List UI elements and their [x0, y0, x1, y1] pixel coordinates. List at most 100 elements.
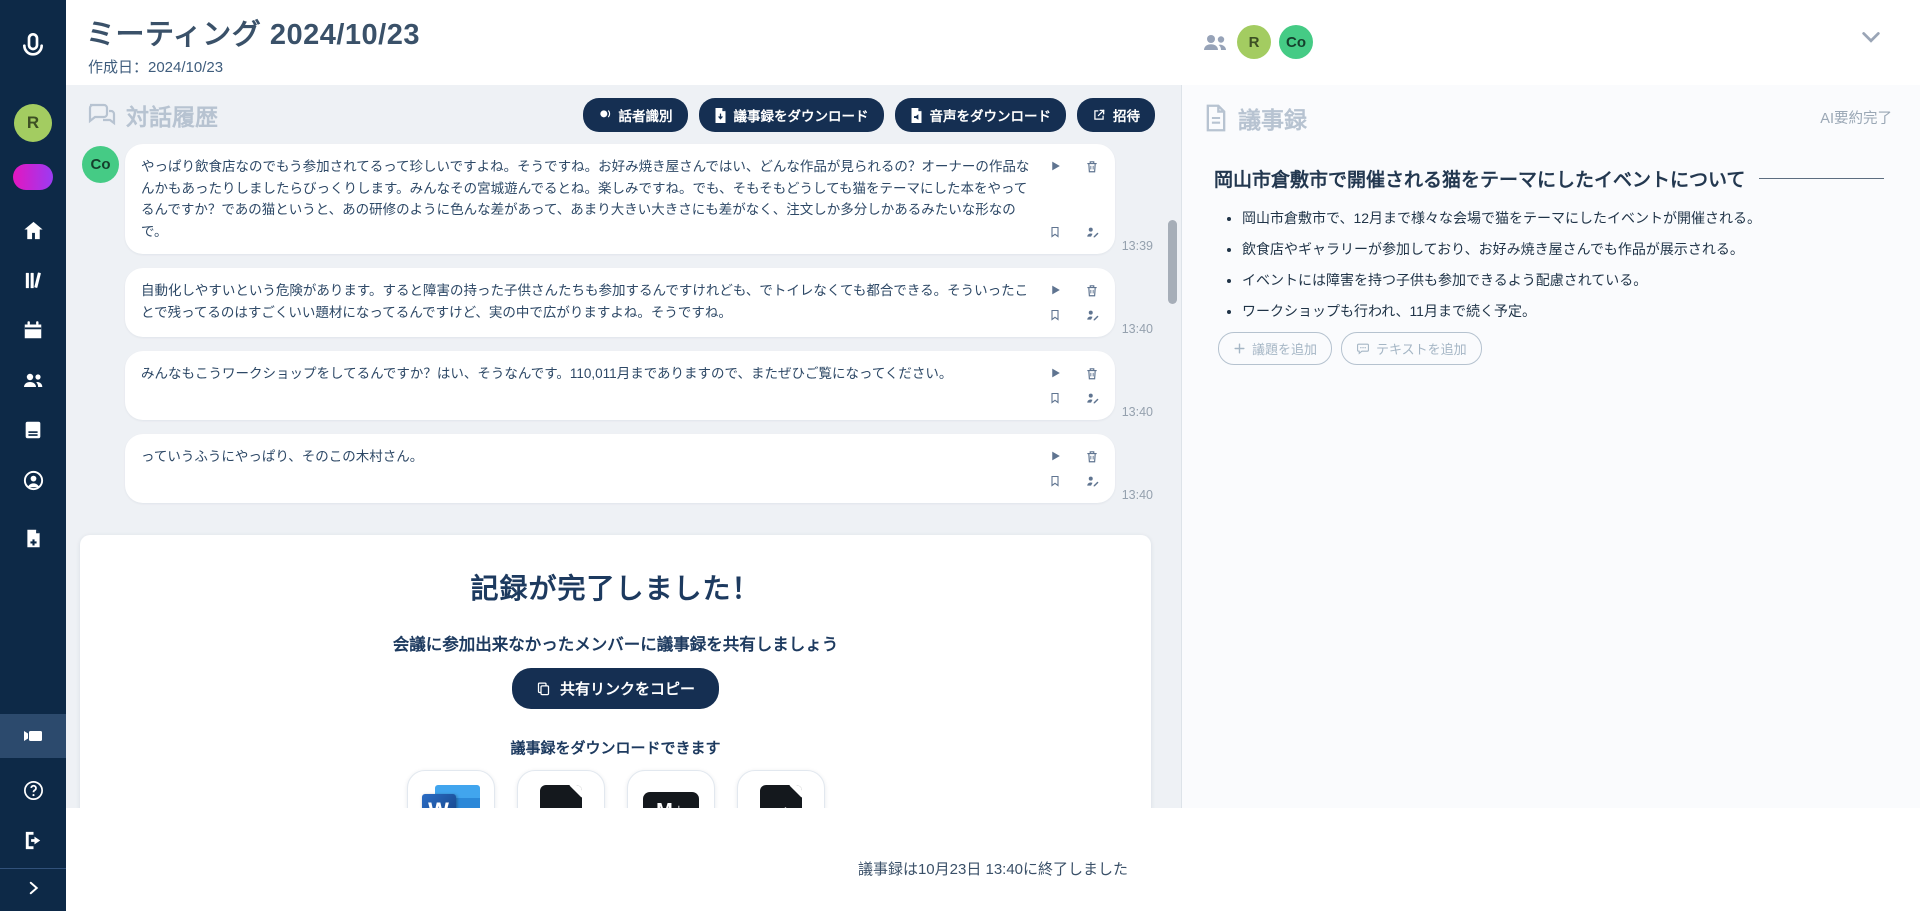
summary-bullets: 岡山市倉敷市で、12月まで様々な会場で猫をテーマにしたイベントが開催される。 飲… — [1242, 208, 1894, 321]
message-time: 13:39 — [1122, 239, 1153, 253]
message-bubble[interactable]: 自動化しやすいという危険があります。すると障害の持った子供さんたちも参加するんで… — [125, 268, 1115, 337]
summary-bullet: イベントには障害を持つ子供も参加できるよう配慮されている。 — [1242, 270, 1894, 290]
participants-icon[interactable] — [1201, 30, 1229, 54]
message-time: 13:40 — [1122, 405, 1153, 419]
add-topic-button[interactable]: 議題を追加 — [1218, 332, 1332, 365]
sidebar-item-recording[interactable] — [0, 714, 66, 758]
download-markdown-tile[interactable]: M↓ ダウンロード — [627, 770, 715, 808]
message-bubble[interactable]: やっぱり飲食店なのでもう参加されてるって珍しいですよね。そうですね。お好み焼き屋… — [125, 144, 1115, 254]
message-list: Co やっぱり飲食店なのでもう参加されてるって珍しいですよね。そうですね。お好み… — [66, 142, 1181, 517]
page-title: ミーティング 2024/10/23 — [86, 11, 420, 53]
conversation-title: 対話履歴 — [86, 98, 218, 132]
summary-bullet: 飲食店やギャラリーが参加しており、お好み焼き屋さんでも作品が展示される。 — [1242, 239, 1894, 259]
ai-summary-status: AI要約完了 — [1820, 107, 1892, 128]
collaborators: R Co — [1201, 25, 1313, 59]
message-time: 13:40 — [1122, 488, 1153, 502]
minutes-title: 議事録 — [1204, 101, 1894, 135]
content-row: 対話履歴 話者識別 議事録をダウンロード 音声をダウンロード — [66, 85, 1920, 808]
bookmark-icon[interactable] — [1049, 391, 1061, 405]
play-icon[interactable] — [1049, 283, 1062, 298]
calendar-icon[interactable] — [13, 312, 53, 348]
home-icon[interactable] — [13, 212, 53, 248]
bookmark-icon[interactable] — [1049, 308, 1061, 322]
delete-icon[interactable] — [1085, 366, 1099, 381]
avatar-co[interactable]: Co — [1279, 25, 1313, 59]
chevron-down-icon[interactable] — [1860, 30, 1882, 46]
message-bubble[interactable]: みんなもこうワークショップをしてるんですか？はい、そうなんです。110,011月… — [125, 351, 1115, 420]
message-row: みんなもこうワークショップをしてるんですか？はい、そうなんです。110,011月… — [125, 351, 1153, 420]
download-word-tile[interactable]: W ダウンロード — [407, 770, 495, 808]
topic-title[interactable]: 岡山市倉敷市で開催される猫をテーマにしたイベントについて — [1214, 165, 1745, 192]
minutes-panel: 議事録 AI要約完了 岡山市倉敷市で開催される猫をテーマにしたイベントについて … — [1181, 85, 1920, 808]
created-date: 作成日：2024/10/23 — [88, 56, 223, 77]
audio-file-icon — [760, 783, 802, 808]
notebook-icon[interactable] — [13, 412, 53, 448]
logout-icon[interactable] — [13, 822, 53, 858]
download-csv-tile[interactable]: CSV ダウンロード — [517, 770, 605, 808]
page-footer: 議事録は10月23日 13:40に終了しました — [66, 808, 1920, 911]
download-tiles: W ダウンロード CSV — [100, 770, 1131, 808]
message-bubble[interactable]: っていうふうにやっぱり、そのこの木村さん。 — [125, 434, 1115, 503]
message-actions — [1045, 280, 1103, 325]
conversation-panel-header: 対話履歴 話者識別 議事録をダウンロード 音声をダウンロード — [66, 85, 1181, 142]
message-text: みんなもこうワークショップをしてるんですか？はい、そうなんです。110,011月… — [141, 363, 1037, 408]
delete-icon[interactable] — [1085, 449, 1099, 464]
delete-icon[interactable] — [1085, 283, 1099, 298]
minutes-topic: 岡山市倉敷市で開催される猫をテーマにしたイベントについて 岡山市倉敷市で、12月… — [1204, 165, 1894, 365]
invite-button[interactable]: 招待 — [1077, 98, 1155, 132]
word-file-icon: W — [422, 783, 480, 808]
avatar-r[interactable]: R — [1237, 25, 1271, 59]
bookmark-icon[interactable] — [1049, 225, 1061, 239]
play-icon[interactable] — [1049, 366, 1062, 381]
speaker-identify-button[interactable]: 話者識別 — [583, 98, 688, 132]
csv-file-icon: CSV — [540, 783, 582, 808]
complete-title: 記録が完了しました！ — [100, 567, 1131, 607]
help-icon[interactable] — [13, 772, 53, 808]
share-hint: 会議に参加出来なかったメンバーに議事録を共有しましょう — [100, 631, 1131, 655]
download-audio-button[interactable]: 音声をダウンロード — [895, 98, 1067, 132]
edit-speaker-icon[interactable] — [1085, 225, 1100, 239]
add-text-button[interactable]: テキストを追加 — [1341, 332, 1482, 365]
download-hint: 議事録をダウンロードできます — [100, 737, 1131, 758]
app-logo-mic-icon[interactable] — [17, 30, 49, 64]
edit-speaker-icon[interactable] — [1085, 474, 1100, 488]
sidebar-user-avatar[interactable]: R — [14, 104, 52, 142]
download-minutes-button[interactable]: 議事録をダウンロード — [699, 98, 884, 132]
play-icon[interactable] — [1049, 449, 1062, 464]
play-icon[interactable] — [1049, 159, 1062, 174]
copy-share-link-button[interactable]: 共有リンクをコピー — [512, 668, 719, 709]
new-document-icon[interactable] — [13, 520, 53, 556]
sidebar: R — [0, 0, 66, 911]
conversation-scrollbar[interactable] — [1168, 220, 1177, 304]
edit-speaker-icon[interactable] — [1085, 308, 1100, 322]
account-icon[interactable] — [13, 462, 53, 498]
message-row: っていうふうにやっぱり、そのこの木村さん。 13:40 — [125, 434, 1153, 503]
workspace-pill-badge[interactable] — [13, 164, 53, 190]
chat-bubbles-icon — [86, 102, 116, 128]
message-row: Co やっぱり飲食店なのでもう参加されてるって珍しいですよね。そうですね。お好み… — [125, 144, 1153, 254]
message-text: 自動化しやすいという危険があります。すると障害の持った子供さんたちも参加するんで… — [141, 280, 1037, 325]
conversation-panel: 対話履歴 話者識別 議事録をダウンロード 音声をダウンロード — [66, 85, 1181, 808]
message-row: 自動化しやすいという危険があります。すると障害の持った子供さんたちも参加するんで… — [125, 268, 1153, 337]
members-icon[interactable] — [13, 362, 53, 398]
speaker-avatar[interactable]: Co — [82, 146, 119, 183]
download-audio-tile[interactable]: ダウンロード — [737, 770, 825, 808]
edit-speaker-icon[interactable] — [1085, 391, 1100, 405]
message-actions — [1045, 363, 1103, 408]
bookmark-icon[interactable] — [1049, 474, 1061, 488]
summary-bullet: 岡山市倉敷市で、12月まで様々な会場で猫をテーマにしたイベントが開催される。 — [1242, 208, 1894, 228]
page-header: ミーティング 2024/10/23 作成日：2024/10/23 R Co — [66, 0, 1920, 85]
conversation-toolbar: 話者識別 議事録をダウンロード 音声をダウンロード 招待 — [583, 98, 1156, 132]
sidebar-collapse[interactable] — [0, 868, 66, 911]
message-actions — [1045, 446, 1103, 491]
main-area: ミーティング 2024/10/23 作成日：2024/10/23 R Co — [66, 0, 1920, 911]
summary-bullet: ワークショップも行われ、11月まで続く予定。 — [1242, 301, 1894, 321]
delete-icon[interactable] — [1085, 159, 1099, 174]
markdown-file-icon: M↓ — [643, 783, 699, 808]
minutes-actions: 議題を追加 テキストを追加 — [1218, 332, 1894, 365]
message-time: 13:40 — [1122, 322, 1153, 336]
library-icon[interactable] — [13, 262, 53, 298]
message-text: やっぱり飲食店なのでもう参加されてるって珍しいですよね。そうですね。お好み焼き屋… — [141, 156, 1037, 242]
document-icon — [1204, 104, 1228, 132]
message-text: っていうふうにやっぱり、そのこの木村さん。 — [141, 446, 1037, 491]
